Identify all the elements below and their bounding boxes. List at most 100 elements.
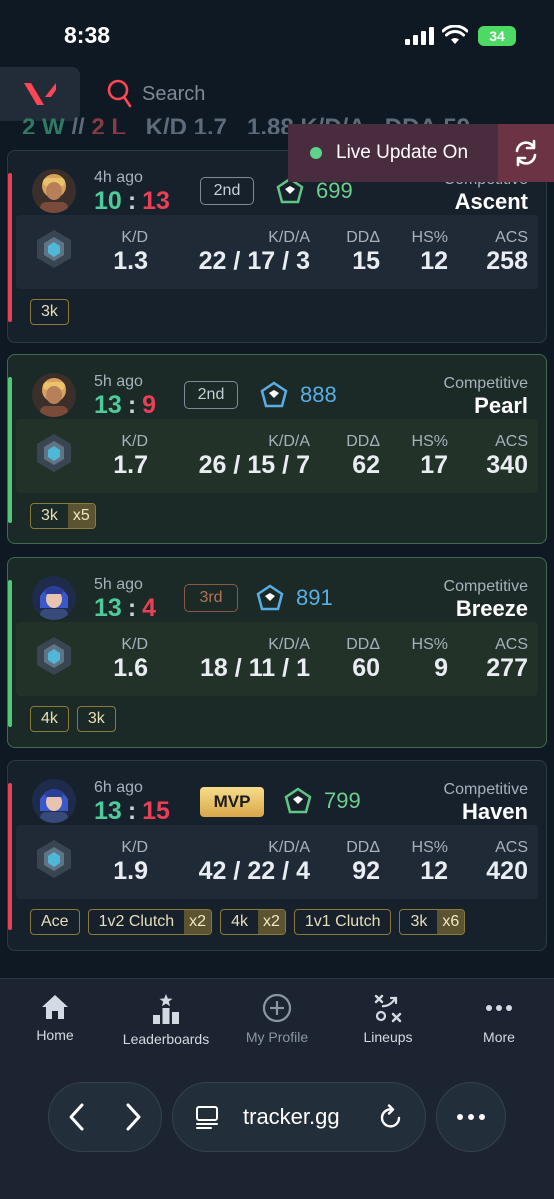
tab-leaderboards[interactable]: Leaderboards <box>111 993 221 1047</box>
stat-header-kd: K/D <box>121 636 148 653</box>
stat-acs: 258 <box>486 247 528 275</box>
live-update-toast[interactable]: Live Update On <box>288 124 554 182</box>
tab-lineups[interactable]: Lineups <box>333 993 443 1045</box>
map-name: Pearl <box>474 393 528 418</box>
stat-hs: 17 <box>420 451 448 479</box>
stat-header-kd: K/D <box>121 229 148 246</box>
result-indicator <box>8 377 12 523</box>
stat-dd: 92 <box>352 857 380 885</box>
stat-header-dd: DDΔ <box>346 636 380 653</box>
game-mode: Competitive <box>443 375 528 392</box>
url-text: tracker.gg <box>243 1104 340 1129</box>
stat-header-acs: ACS <box>495 229 528 246</box>
tab-leaderboards-label: Leaderboards <box>122 1031 210 1047</box>
search-icon <box>107 79 132 108</box>
highlight-tags: 4k 3k <box>30 706 116 732</box>
browser-nav-group <box>48 1082 162 1152</box>
stat-kda: 18/11/1 <box>199 654 310 682</box>
agent-portrait <box>32 576 76 620</box>
refresh-button[interactable] <box>498 124 554 182</box>
highlight-multiplier: x6 <box>437 910 465 934</box>
stat-hs: 12 <box>420 247 448 275</box>
tab-lineups-label: Lineups <box>363 1029 413 1045</box>
bottom-tab-bar: Home Leaderboards My Profile Lineups Mor… <box>0 978 554 1058</box>
match-time-ago: 4h ago <box>94 169 143 186</box>
status-time: 8:38 <box>64 22 111 48</box>
stat-header-hs: HS% <box>411 433 448 450</box>
score-enemy: 15 <box>142 797 170 825</box>
highlight-label: 3k <box>410 913 428 930</box>
search-input[interactable]: Search <box>142 83 205 106</box>
rank-rating: 891 <box>296 585 333 610</box>
match-card[interactable]: 6h ago 13:15 MVP 799 Competitive Haven K/D K/D/… <box>7 760 547 951</box>
tab-my-profile[interactable]: My Profile <box>222 993 332 1045</box>
score-team: 10 <box>94 187 122 215</box>
mvp-badge: MVP <box>200 787 264 817</box>
summary-separator: // <box>64 114 92 134</box>
score-team: 13 <box>94 391 122 419</box>
stat-header-kda: K/D/A <box>268 433 310 450</box>
match-card[interactable]: 5h ago 13:9 2nd 888 Competitive Pearl K/D K/D/A… <box>7 354 547 544</box>
stat-kills: 26 <box>198 451 227 479</box>
search-bar[interactable]: Search <box>106 79 205 109</box>
stat-hs: 12 <box>420 857 448 885</box>
stat-header-kda: K/D/A <box>268 229 310 246</box>
stat-kda: 42/22/4 <box>198 857 310 885</box>
address-bar[interactable]: tracker.gg <box>172 1082 426 1152</box>
game-mode: Competitive <box>443 578 528 595</box>
browser-more-button[interactable] <box>436 1082 506 1152</box>
highlight-tag: 3k <box>30 299 69 325</box>
stat-assists: 1 <box>296 654 310 682</box>
highlight-tag: 3k x5 <box>30 503 96 529</box>
highlight-tag: 4k <box>30 706 69 732</box>
highlight-tags: 3k <box>30 299 69 325</box>
lineups-icon <box>374 994 402 1023</box>
status-bar: 8:38 34 <box>0 0 554 66</box>
highlight-label: 4k <box>231 913 248 930</box>
stat-header-kda: K/D/A <box>268 839 310 856</box>
stat-dd: 62 <box>352 451 380 479</box>
stat-assists: 7 <box>296 451 310 479</box>
stat-header-kd: K/D <box>121 839 148 856</box>
stat-header-kda: K/D/A <box>268 636 310 653</box>
tab-home[interactable]: Home <box>0 993 110 1043</box>
reload-icon[interactable] <box>379 1104 403 1130</box>
highlight-label: 3k <box>87 710 105 727</box>
summary-losses: 2 L <box>91 114 126 134</box>
stat-acs: 420 <box>486 857 528 885</box>
match-card[interactable]: 5h ago 13:4 3rd 891 Competitive Breeze K/D K/D/… <box>7 557 547 748</box>
back-chevron-icon[interactable] <box>67 1102 87 1132</box>
stat-acs: 277 <box>486 654 528 682</box>
highlight-label: 1v2 Clutch <box>98 913 175 930</box>
match-time-ago: 6h ago <box>94 779 143 796</box>
rank-rating: 888 <box>300 382 337 407</box>
stat-header-acs: ACS <box>495 433 528 450</box>
tab-more-label: More <box>483 1029 515 1045</box>
result-indicator <box>8 173 12 322</box>
tab-my-profile-label: My Profile <box>245 1029 309 1045</box>
stat-header-hs: HS% <box>411 229 448 246</box>
highlight-multiplier: x5 <box>67 504 95 528</box>
forward-chevron-icon[interactable] <box>123 1102 143 1132</box>
score-enemy: 4 <box>142 594 157 622</box>
agent-portrait <box>32 169 76 213</box>
stat-kd: 1.7 <box>113 451 148 479</box>
score-team: 13 <box>94 797 122 825</box>
map-name: Breeze <box>455 596 528 621</box>
highlight-tag: 4k x2 <box>220 909 286 935</box>
stat-kills: 42 <box>198 857 227 885</box>
stat-assists: 4 <box>296 857 310 885</box>
highlight-label: Ace <box>41 913 69 930</box>
tab-more[interactable]: More <box>444 993 554 1045</box>
agent-portrait <box>32 373 76 417</box>
stat-header-dd: DDΔ <box>346 433 380 450</box>
match-score: 13:15 <box>94 797 170 825</box>
score-enemy: 9 <box>142 391 157 419</box>
highlight-tag: 1v1 Clutch <box>293 909 392 935</box>
rank-rating-icon <box>260 381 288 409</box>
add-circle-icon <box>262 993 292 1023</box>
game-mode: Competitive <box>443 781 528 798</box>
highlight-multiplier: x2 <box>184 910 212 934</box>
stat-kd: 1.9 <box>113 857 148 885</box>
stat-kills: 18 <box>199 654 228 682</box>
